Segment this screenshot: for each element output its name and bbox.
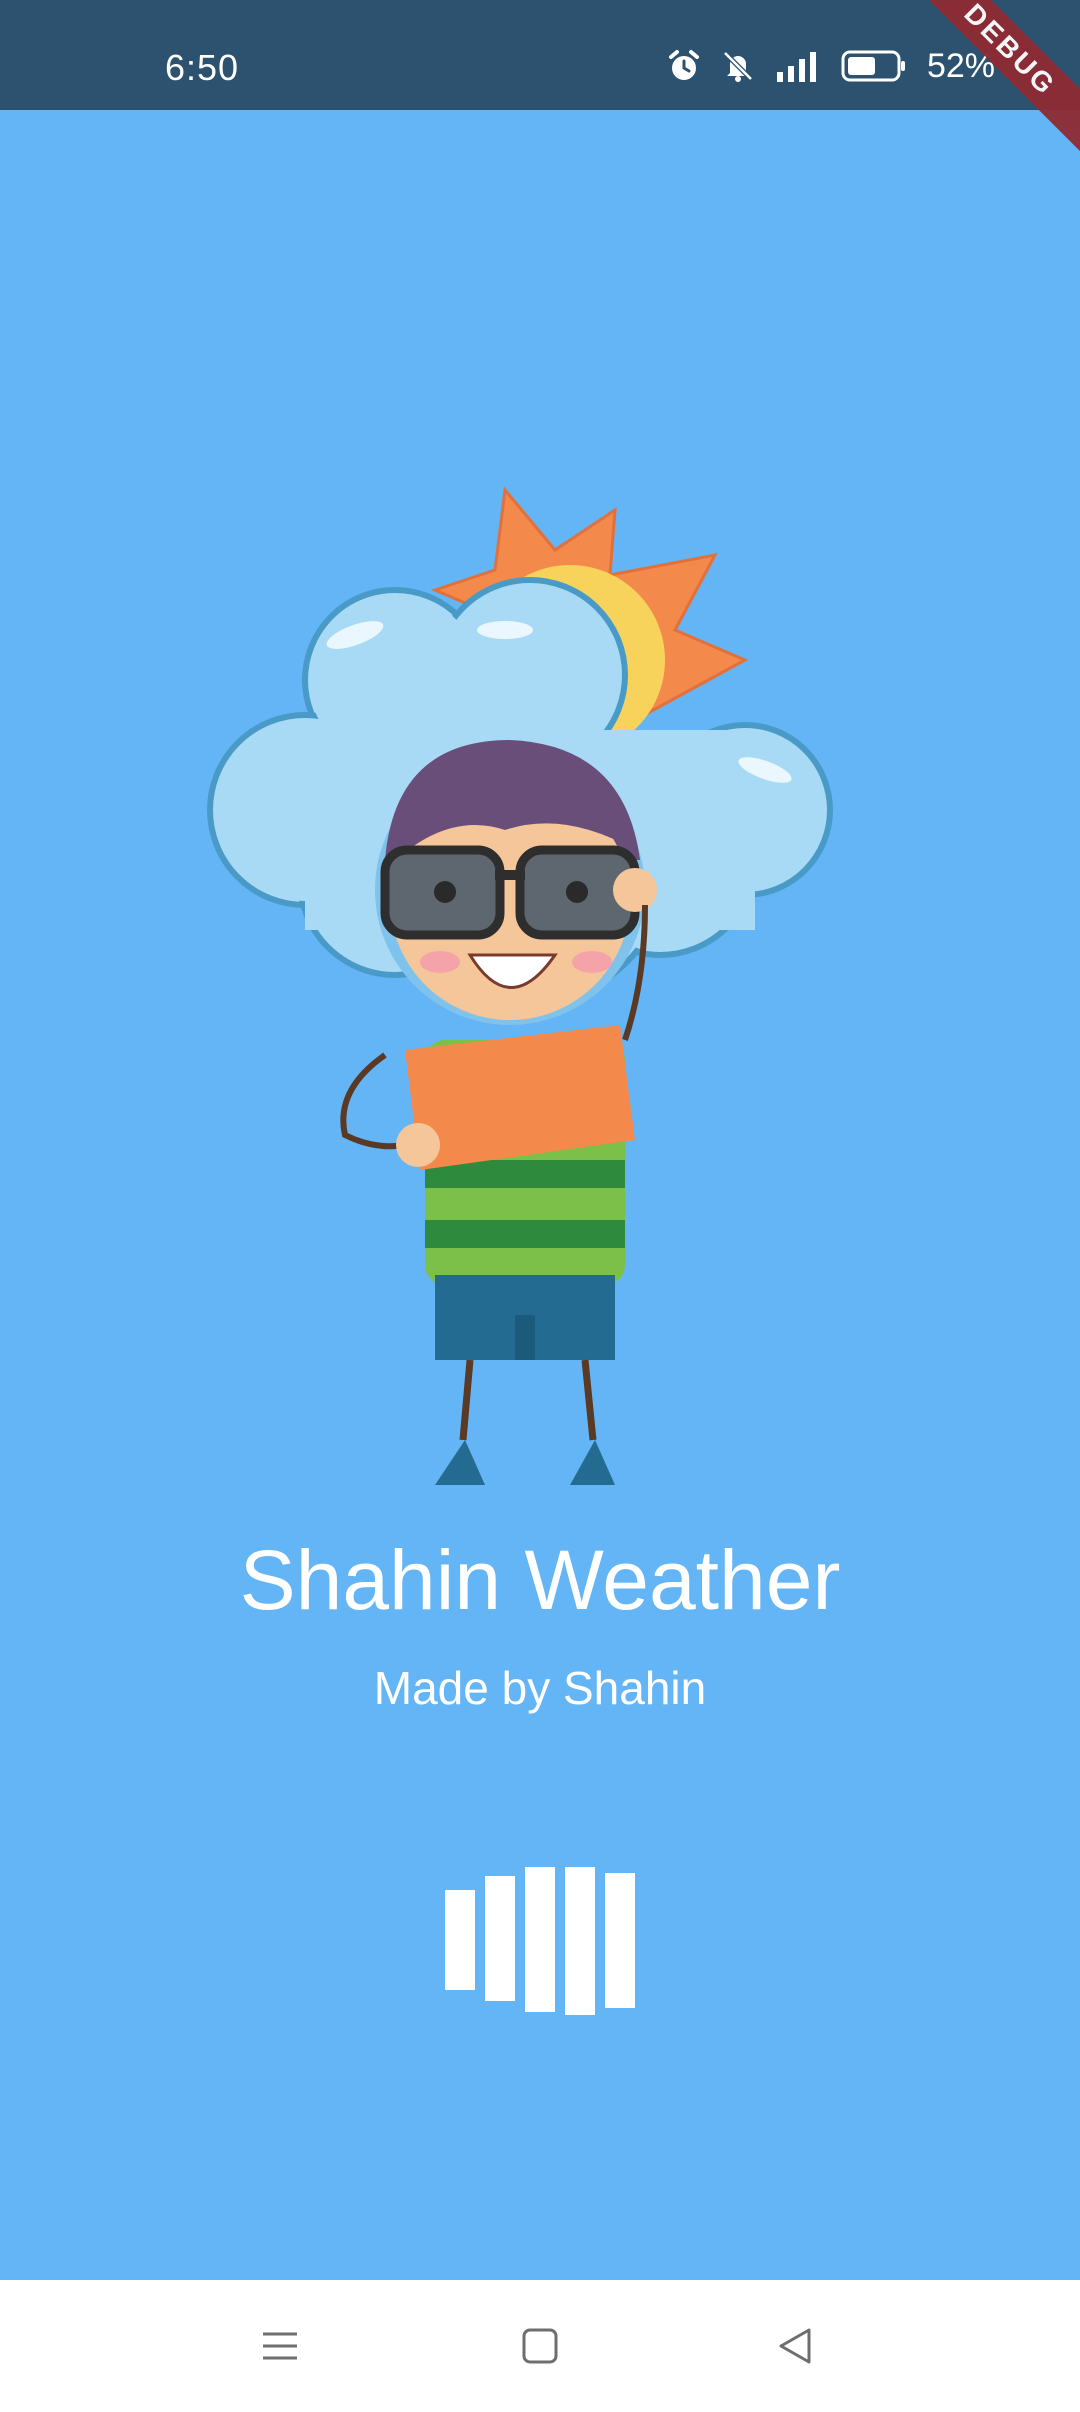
- loader-bar: [605, 1873, 635, 2008]
- loader-bar: [445, 1890, 475, 1990]
- bell-muted-icon: [721, 49, 755, 83]
- loader-bar: [565, 1867, 595, 2015]
- loader-bar: [525, 1867, 555, 2012]
- loading-bars-icon: [445, 1865, 635, 2015]
- menu-icon: [263, 2332, 297, 2360]
- back-button[interactable]: [765, 2316, 825, 2376]
- back-icon: [779, 2328, 811, 2364]
- app-subtitle: Made by Shahin: [373, 1662, 707, 1714]
- app-title: Shahin Weather: [239, 1533, 841, 1627]
- home-icon: [522, 2328, 558, 2364]
- navigation-bar: [0, 2280, 1080, 2412]
- status-icons: 52%: [667, 44, 995, 88]
- signal-icon: [775, 50, 821, 82]
- boy-in-cloud-with-sun-illustration: [207, 486, 833, 1485]
- alarm-icon: [667, 49, 701, 83]
- battery-icon: [841, 49, 907, 83]
- menu-button[interactable]: [250, 2316, 310, 2376]
- status-bar: 6:50 52%: [0, 0, 1080, 110]
- home-button[interactable]: [510, 2316, 570, 2376]
- loader-bar: [485, 1876, 515, 2001]
- status-time: 6:50: [165, 47, 240, 88]
